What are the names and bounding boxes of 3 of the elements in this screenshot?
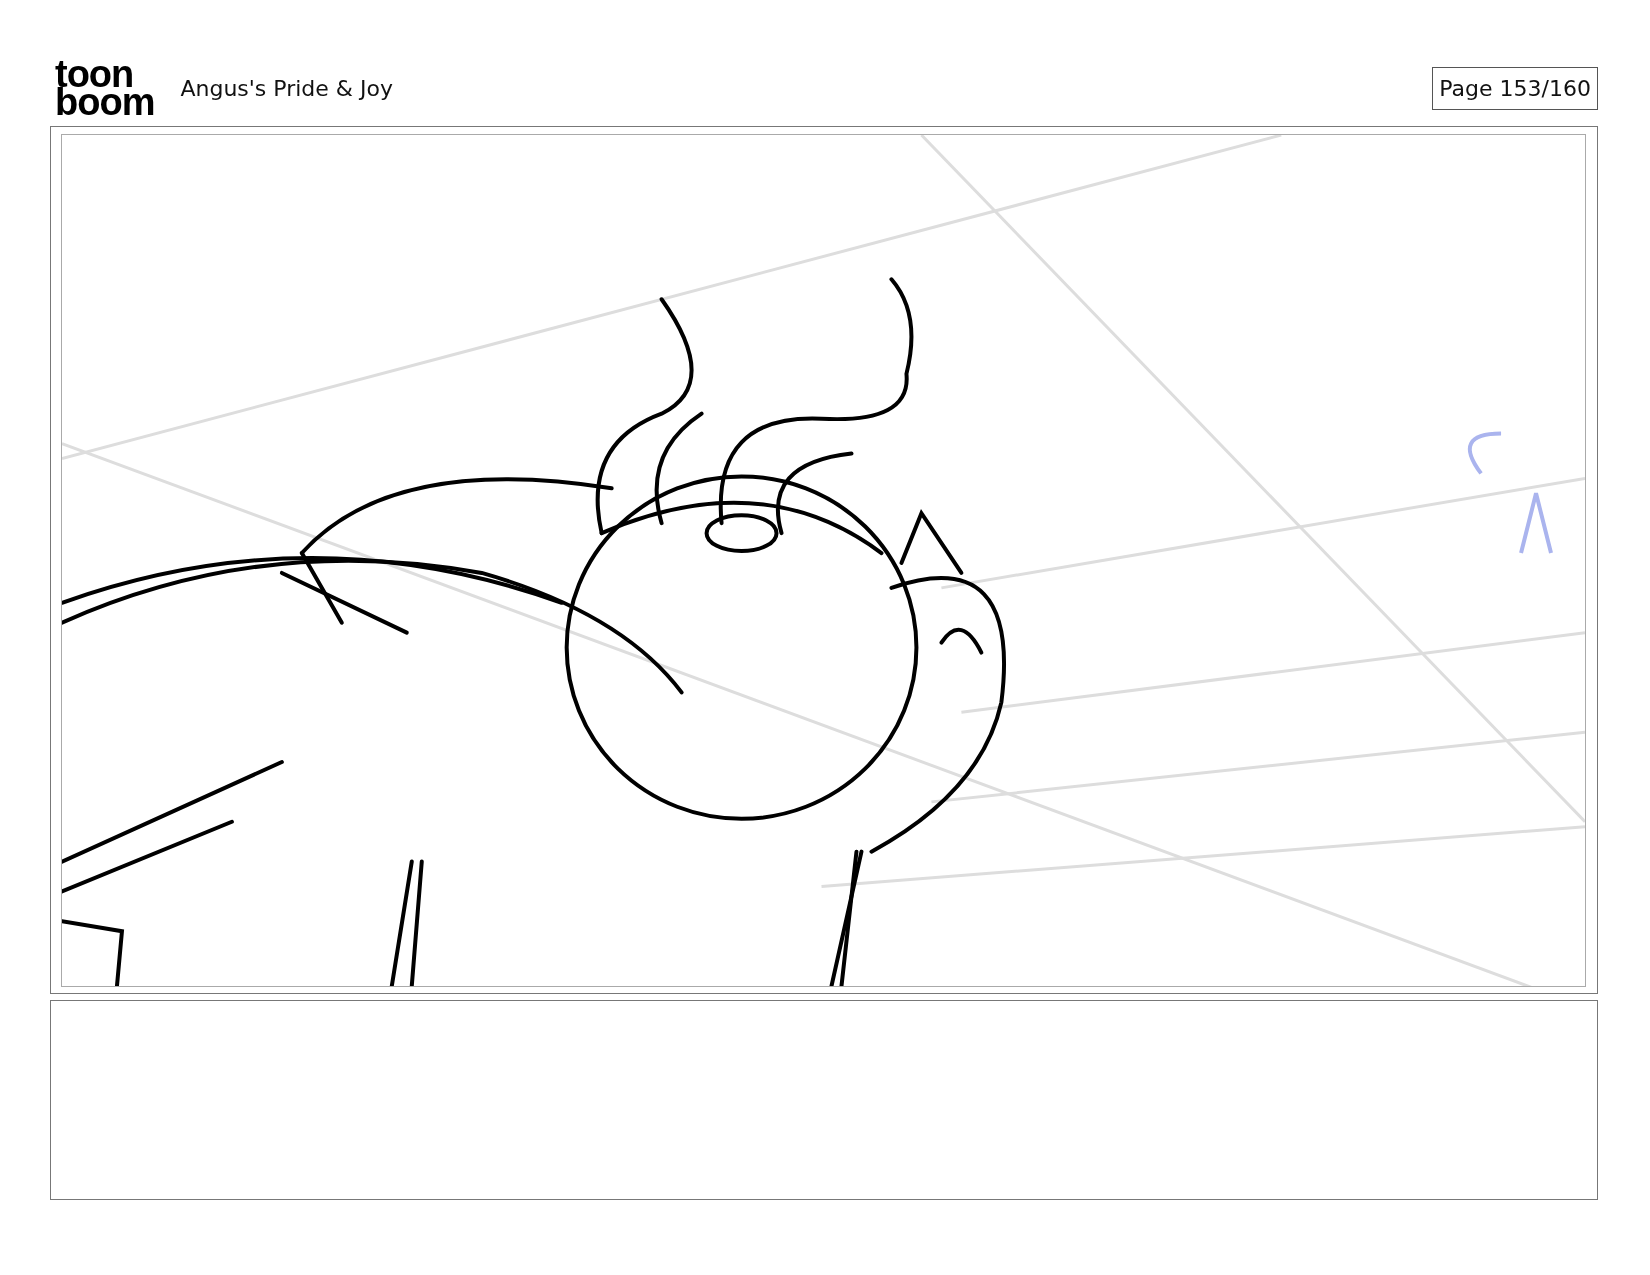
logo: toon boom [55,60,155,116]
page-number: Page 153/160 [1432,66,1598,110]
board-title: Angus's Pride & Joy [180,75,393,101]
